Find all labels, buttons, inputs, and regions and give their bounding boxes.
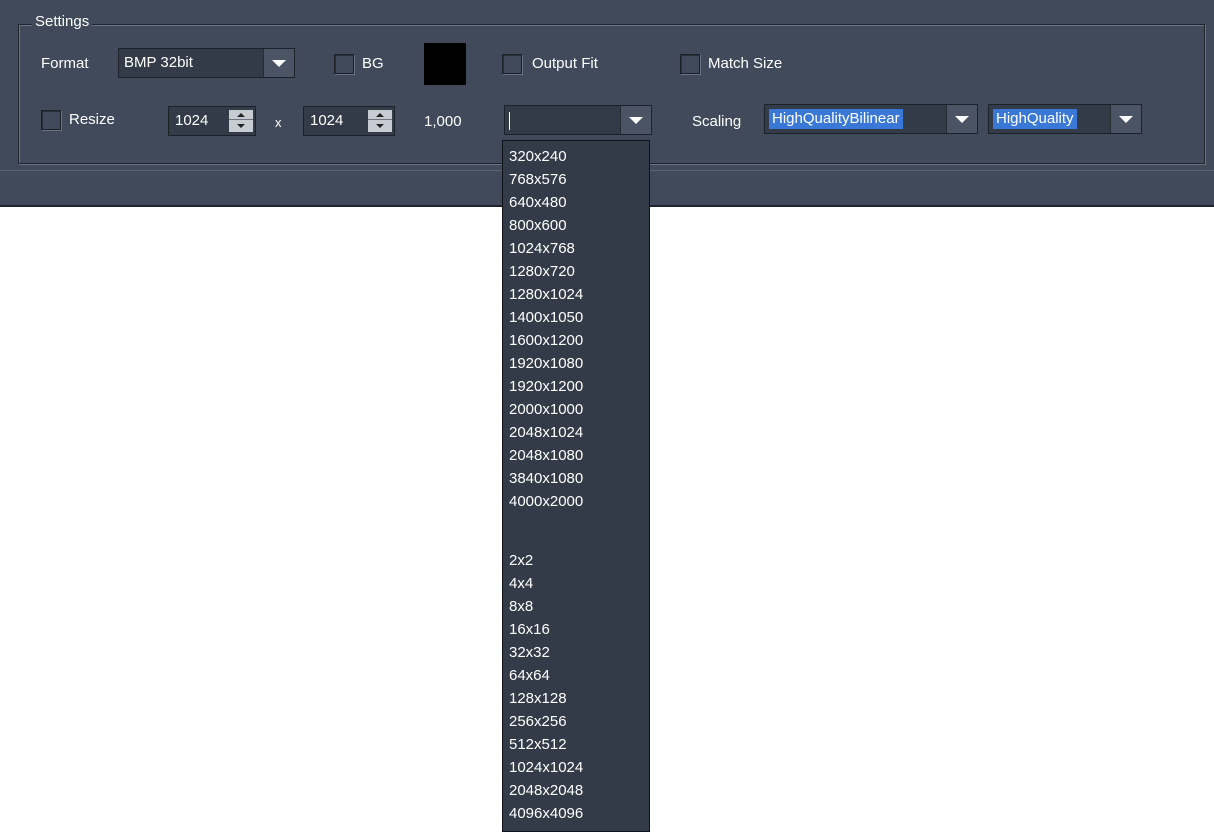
scaling-label: Scaling bbox=[692, 113, 742, 130]
width-decrement-icon[interactable] bbox=[229, 121, 253, 131]
preset-option[interactable]: 3840x1080 bbox=[509, 467, 639, 490]
bg-label: BG bbox=[362, 55, 384, 72]
preset-option[interactable]: 2048x2048 bbox=[509, 779, 639, 802]
preset-option[interactable]: 1024x768 bbox=[509, 237, 639, 260]
scaling-mode-chevron-icon[interactable] bbox=[946, 105, 977, 133]
preset-option[interactable]: 768x576 bbox=[509, 168, 639, 191]
preset-option[interactable]: 64x64 bbox=[509, 664, 639, 687]
resize-label: Resize bbox=[69, 111, 115, 128]
preset-option[interactable]: 320x240 bbox=[509, 145, 639, 168]
text-caret bbox=[509, 112, 510, 130]
match-size-checkbox[interactable] bbox=[680, 54, 700, 74]
format-dropdown-chevron-icon[interactable] bbox=[263, 49, 294, 77]
preset-option[interactable]: 4096x4096 bbox=[509, 802, 639, 825]
format-combo[interactable]: BMP 32bit bbox=[118, 48, 295, 78]
height-increment-icon[interactable] bbox=[368, 110, 392, 120]
quality-mode-chevron-icon[interactable] bbox=[1110, 105, 1141, 133]
output-fit-checkbox[interactable] bbox=[502, 54, 522, 74]
preset-option[interactable]: 8x8 bbox=[509, 595, 639, 618]
preset-option[interactable]: 800x600 bbox=[509, 214, 639, 237]
preset-option[interactable]: 2x2 bbox=[509, 549, 639, 572]
preset-option[interactable]: 2048x1024 bbox=[509, 421, 639, 444]
quality-mode-combo[interactable]: HighQuality bbox=[988, 104, 1142, 134]
preset-option[interactable]: 16x16 bbox=[509, 618, 639, 641]
preset-option[interactable]: 128x128 bbox=[509, 687, 639, 710]
preset-option[interactable]: 1600x1200 bbox=[509, 329, 639, 352]
resize-checkbox[interactable] bbox=[41, 110, 61, 130]
preset-option[interactable]: 1920x1200 bbox=[509, 375, 639, 398]
format-label: Format bbox=[41, 55, 89, 72]
preset-option[interactable]: 32x32 bbox=[509, 641, 639, 664]
size-preset-chevron-icon[interactable] bbox=[620, 106, 651, 134]
preset-option[interactable]: 1280x720 bbox=[509, 260, 639, 283]
times-label: x bbox=[275, 115, 282, 130]
size-preset-dropdown-list[interactable]: 320x240 768x576 640x480 800x600 1024x768… bbox=[502, 140, 650, 832]
preset-option[interactable]: 256x256 bbox=[509, 710, 639, 733]
width-stepper-arrows[interactable] bbox=[229, 110, 253, 132]
match-size-label: Match Size bbox=[708, 55, 783, 72]
preset-separator bbox=[509, 513, 639, 536]
preset-option[interactable]: 4000x2000 bbox=[509, 490, 639, 513]
settings-group-title: Settings bbox=[32, 13, 93, 31]
scaling-mode-value: HighQualityBilinear bbox=[769, 109, 903, 129]
size-preset-combo[interactable] bbox=[504, 105, 652, 135]
height-decrement-icon[interactable] bbox=[368, 121, 392, 131]
height-stepper-arrows[interactable] bbox=[368, 110, 392, 132]
quality-mode-value: HighQuality bbox=[993, 109, 1077, 129]
width-value: 1024 bbox=[175, 112, 209, 129]
preset-option[interactable]: 640x480 bbox=[509, 191, 639, 214]
preset-option[interactable]: 1024x1024 bbox=[509, 756, 639, 779]
width-stepper[interactable]: 1024 bbox=[168, 106, 256, 136]
preset-option[interactable]: 512x512 bbox=[509, 733, 639, 756]
preset-option[interactable]: 2000x1000 bbox=[509, 398, 639, 421]
aspect-ratio-value: 1,000 bbox=[424, 113, 462, 130]
format-value: BMP 32bit bbox=[124, 54, 193, 71]
bg-checkbox[interactable] bbox=[334, 54, 354, 74]
preset-option[interactable]: 4x4 bbox=[509, 572, 639, 595]
width-increment-icon[interactable] bbox=[229, 110, 253, 120]
bg-color-swatch[interactable] bbox=[424, 43, 466, 85]
preset-option[interactable]: 1400x1050 bbox=[509, 306, 639, 329]
preset-option[interactable]: 2048x1080 bbox=[509, 444, 639, 467]
preset-option[interactable]: 1920x1080 bbox=[509, 352, 639, 375]
output-fit-label: Output Fit bbox=[532, 55, 598, 72]
height-stepper[interactable]: 1024 bbox=[303, 106, 395, 136]
preset-option[interactable]: 1280x1024 bbox=[509, 283, 639, 306]
scaling-mode-combo[interactable]: HighQualityBilinear bbox=[764, 104, 978, 134]
height-value: 1024 bbox=[310, 112, 344, 129]
